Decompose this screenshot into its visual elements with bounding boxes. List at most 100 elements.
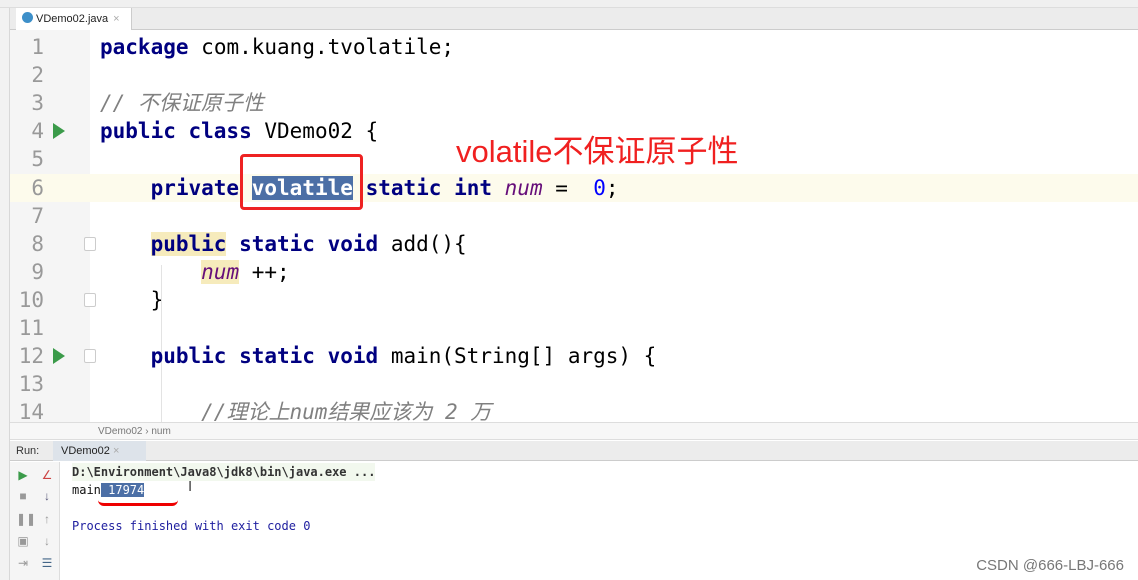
rerun-icon[interactable]: ▶ (16, 468, 30, 482)
line-number: 14 (18, 400, 44, 422)
tab-vdemo02-java[interactable]: VDemo02.java × (16, 8, 132, 30)
code-token: main(String[] args) { (390, 344, 657, 369)
code-text: } (100, 286, 164, 314)
code-token: public class (100, 119, 252, 144)
code-token: } (100, 287, 164, 312)
console-result: main 17974 (72, 481, 375, 499)
window-top-strip (0, 0, 1138, 8)
code-line[interactable]: 10 } (10, 286, 1138, 314)
java-class-icon (22, 12, 33, 23)
close-run-tab-icon[interactable]: × (113, 445, 119, 457)
line-number: 1 (31, 35, 44, 59)
down-arrow-icon[interactable]: ↓ (40, 534, 54, 548)
line-number: 2 (31, 63, 44, 88)
code-text: public class VDemo02 { (100, 117, 378, 145)
code-token: num (504, 175, 543, 200)
code-text: public static void add(){ (100, 230, 467, 258)
code-token: = (555, 175, 581, 200)
fold-icon[interactable] (84, 292, 96, 307)
code-line[interactable]: 6 private volatile static int num = 0; (10, 173, 1138, 202)
pause-icon[interactable]: ❚❚ (16, 512, 36, 526)
run-panel-header: Run: VDemo02 × (10, 441, 1138, 461)
code-line[interactable]: 2 (10, 61, 1138, 89)
console-exit-message: Process finished with exit code 0 (72, 519, 311, 533)
line-number: 13 (18, 372, 44, 397)
line-number: 12 (18, 344, 44, 369)
run-tab-vdemo02[interactable]: VDemo02 × (53, 441, 146, 461)
code-line[interactable]: 13 (10, 370, 1138, 398)
code-token: static int (365, 175, 492, 200)
breadcrumb-field[interactable]: num (151, 426, 170, 437)
line-number: 3 (31, 91, 44, 116)
code-text: num ++; (100, 258, 290, 286)
fold-icon[interactable] (84, 236, 96, 251)
code-token: //理论上num结果应该为 2 万 (201, 400, 492, 422)
stop-icon[interactable]: ■ (16, 489, 30, 503)
fold-icon[interactable] (84, 349, 96, 364)
code-text: package com.kuang.tvolatile; (100, 33, 454, 61)
result-value: 17974 (100, 483, 145, 497)
code-token: 0 (593, 175, 606, 200)
code-line[interactable]: 3 // 不保证原子性 (10, 89, 1138, 117)
run-gutter-icon[interactable] (53, 348, 65, 365)
line-number: 9 (31, 259, 44, 284)
run-label: Run: (16, 445, 40, 457)
console-command: D:\Environment\Java8\jdk8\bin\java.exe .… (72, 463, 376, 481)
camera-icon[interactable]: ▣ (16, 534, 30, 548)
tab-label: VDemo02.java (36, 13, 109, 25)
scroll-icon[interactable]: ∠ (40, 468, 54, 482)
code-token: static void (239, 231, 379, 256)
code-token: private (150, 175, 240, 200)
line-number: 6 (31, 175, 44, 200)
breadcrumb-separator: › (145, 426, 149, 437)
run-tab-label: VDemo02 (61, 445, 110, 457)
code-token: // 不保证原子性 (100, 91, 264, 116)
exit-icon[interactable]: ⇥ (16, 556, 30, 570)
code-token: public static void (150, 344, 379, 369)
settings-icon[interactable]: ☰ (40, 556, 54, 570)
line-number: 10 (18, 287, 44, 312)
code-text: public static void main(String[] args) { (100, 342, 657, 370)
sort-icon[interactable]: ↓ (40, 489, 54, 503)
code-token: add(){ (390, 231, 467, 256)
line-number: 7 (31, 203, 44, 228)
highlight-box (240, 154, 363, 210)
run-gutter-icon[interactable] (53, 123, 65, 140)
code-token: com.kuang.tvolatile; (201, 35, 455, 59)
code-line[interactable]: 8 public static void add(){ (10, 230, 1138, 258)
text-cursor-icon: I (188, 478, 193, 495)
code-line[interactable]: 14 //理论上num结果应该为 2 万 (10, 398, 1138, 422)
code-line[interactable]: 12 public static void main(String[] args… (10, 342, 1138, 370)
code-line[interactable]: 1 package com.kuang.tvolatile; (10, 33, 1138, 61)
code-editor[interactable]: 1 package com.kuang.tvolatile; 2 3 // 不保证原子性… (10, 30, 1138, 422)
code-line[interactable]: 7 (10, 202, 1138, 230)
code-line[interactable]: 11 (10, 314, 1138, 342)
console-output[interactable]: D:\Environment\Java8\jdk8\bin\java.exe .… (72, 463, 376, 535)
close-tab-icon[interactable]: × (113, 13, 119, 25)
left-tool-strip (0, 8, 10, 580)
line-number: 8 (31, 231, 44, 256)
editor-tab-bar: VDemo02.java × (10, 8, 1138, 30)
up-arrow-icon[interactable]: ↑ (40, 512, 54, 526)
run-toolbar: ▶ ∠ ■ ↓ ❚❚ ↑ ▣ ↓ ⇥ ☰ (10, 462, 60, 580)
code-token: ++; (251, 259, 290, 284)
code-line[interactable]: 9 num ++; (10, 258, 1138, 286)
code-token: num (201, 259, 240, 284)
code-token: public (150, 231, 227, 256)
code-token: VDemo02 { (264, 119, 379, 144)
code-text: // 不保证原子性 (100, 89, 264, 117)
result-prefix: main (72, 483, 101, 497)
breadcrumb: VDemo02 › num (10, 422, 1138, 440)
code-token: package (100, 35, 189, 59)
breadcrumb-class[interactable]: VDemo02 (98, 426, 142, 437)
code-token: ; (605, 175, 619, 200)
line-number: 11 (18, 316, 44, 340)
annotation-text: volatile不保证原子性 (456, 134, 739, 169)
red-underline (98, 500, 178, 506)
line-number: 5 (31, 147, 44, 172)
